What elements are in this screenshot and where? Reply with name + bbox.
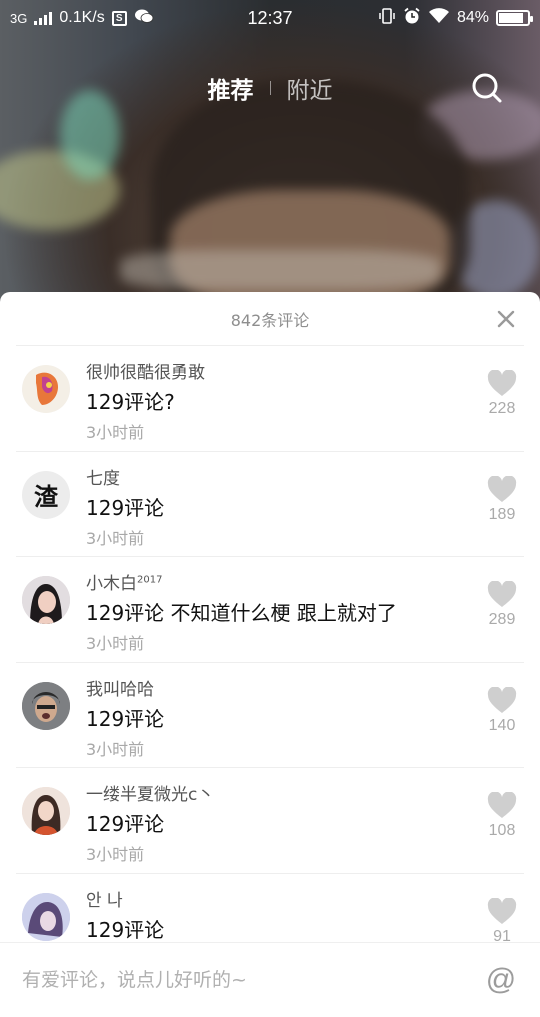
wifi-icon [428, 7, 450, 29]
like-count: 228 [488, 400, 516, 417]
vibrate-icon [378, 7, 396, 30]
alarm-icon [403, 7, 421, 30]
comment-text: 129评论 [86, 495, 165, 520]
status-bar: 3G 0.1K/s S 12:37 84% [0, 0, 540, 36]
comment-item[interactable]: 一缕半夏微光c丶 129评论 3小时前 108 [16, 768, 524, 874]
comment-username[interactable]: 我叫哈哈 [86, 675, 154, 700]
like-button[interactable]: 228 [480, 370, 524, 418]
username-superscript: 2017 [137, 574, 163, 586]
comment-username[interactable]: 一缕半夏微光c丶 [86, 780, 214, 805]
comment-input-bar: @ [0, 942, 540, 1017]
network-type: 3G [10, 10, 28, 26]
close-button[interactable] [494, 307, 518, 331]
comment-time: 3小时前 [86, 845, 145, 864]
comment-username[interactable]: 很帅很酷很勇敢 [86, 358, 205, 383]
avatar[interactable] [22, 892, 70, 941]
avatar[interactable] [22, 681, 70, 730]
heart-icon [487, 370, 517, 396]
comment-username[interactable]: 안 나 [86, 886, 123, 911]
avatar[interactable] [22, 576, 70, 624]
s-box-icon: S [111, 10, 127, 26]
search-button[interactable] [470, 71, 504, 105]
mention-button[interactable]: @ [484, 963, 518, 997]
comment-input[interactable] [22, 969, 484, 991]
like-count: 289 [488, 611, 516, 628]
avatar[interactable] [22, 787, 70, 835]
comment-username[interactable]: 七度 [86, 464, 120, 489]
feed-tabs: 推荐 附近 [0, 70, 540, 106]
heart-icon [487, 475, 517, 502]
tab-divider [269, 81, 271, 95]
video-background[interactable] [0, 0, 540, 300]
like-button[interactable]: 189 [480, 475, 524, 524]
like-button[interactable]: 140 [480, 686, 524, 735]
comment-text: 129评论? [86, 390, 175, 414]
comments-header: 842条评论 [16, 292, 524, 346]
heart-icon [487, 792, 517, 818]
avatar-text: 渣 [34, 483, 58, 511]
comment-text: 129评论 不知道什么梗 跟上就对了 [86, 601, 397, 625]
comment-item[interactable]: 很帅很酷很勇敢 129评论? 3小时前 228 [16, 346, 524, 452]
comment-item[interactable]: 渣 七度 129评论 3小时前 189 [16, 452, 524, 557]
like-button[interactable]: 108 [480, 792, 524, 840]
comment-time: 3小时前 [86, 528, 145, 548]
avatar[interactable] [22, 365, 70, 413]
at-icon: @ [485, 963, 517, 996]
comment-text: 129评论 [86, 706, 165, 731]
tab-nearby[interactable]: 附近 [287, 71, 333, 105]
comments-count-title: 842条评论 [230, 310, 310, 330]
signal-icon [34, 11, 53, 25]
like-button[interactable]: 289 [480, 581, 524, 629]
wechat-icon [134, 8, 154, 29]
comment-list[interactable]: 很帅很酷很勇敢 129评论? 3小时前 228 渣 七度 129评论 3小时前 … [0, 346, 540, 979]
search-icon [472, 73, 502, 103]
comment-time: 3小时前 [86, 634, 145, 653]
comment-text: 129评论 [86, 812, 165, 836]
comment-username[interactable]: 小木白2017 [86, 569, 162, 594]
heart-icon [487, 581, 517, 607]
comment-item[interactable]: 我叫哈哈 129评论 3小时前 140 [16, 663, 524, 768]
comment-item[interactable]: 小木白2017 129评论 不知道什么梗 跟上就对了 3小时前 289 [16, 557, 524, 663]
like-count: 140 [488, 716, 516, 734]
battery-icon [496, 10, 533, 26]
comment-time: 3小时前 [86, 739, 145, 759]
battery-percent: 84% [456, 9, 489, 26]
network-speed: 0.1K/s [59, 9, 105, 26]
like-count: 189 [488, 505, 516, 523]
comments-sheet: 842条评论 很帅很酷很勇敢 129评论? 3小时前 228 渣 七度 129评… [0, 292, 540, 1017]
comment-text: 129评论 [86, 917, 165, 942]
tab-recommend[interactable]: 推荐 [208, 71, 254, 105]
heart-icon [487, 686, 517, 713]
like-button[interactable]: 91 [480, 897, 524, 946]
comment-time: 3小时前 [86, 423, 145, 442]
avatar[interactable]: 渣 [22, 470, 70, 519]
like-count: 108 [488, 822, 516, 839]
heart-icon [487, 897, 517, 924]
close-icon [497, 310, 515, 328]
